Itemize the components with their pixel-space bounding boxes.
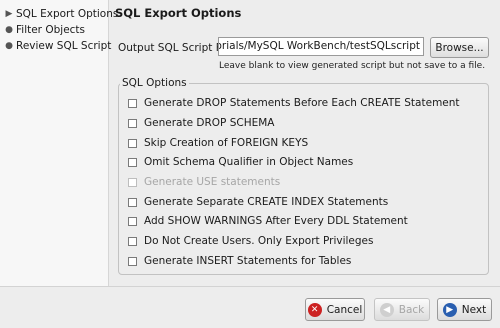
next-arrow-icon: ▶ [442,302,457,317]
option-label: Generate Separate CREATE INDEX Statement… [144,196,389,208]
step-review-sql-script[interactable]: ● Review SQL Script [4,39,111,53]
option-label: Do Not Create Users. Only Export Privile… [144,235,374,247]
back-arrow-icon: ◀ [379,302,394,317]
option-skip-foreign-keys[interactable]: Skip Creation of FOREIGN KEYS [128,137,308,149]
option-separate-create-index[interactable]: Generate Separate CREATE INDEX Statement… [128,196,388,208]
checkbox[interactable] [128,98,137,108]
checkbox[interactable] [128,118,137,128]
step-bullet-icon: ● [5,41,13,51]
wizard-steps-sidebar: ▶ SQL Export Options ● Filter Objects ● … [0,0,118,286]
step-sql-export-options[interactable]: ▶ SQL Export Options [4,7,119,21]
main-panel: SQL Export Options Output SQL Script Fil… [109,0,500,286]
cancel-label: Cancel [326,303,363,316]
next-button[interactable]: ▶ Next [437,298,492,321]
browse-button[interactable]: Browse... [430,37,489,58]
option-omit-schema-qualifier[interactable]: Omit Schema Qualifier in Object Names [128,156,353,168]
option-insert-statements[interactable]: Generate INSERT Statements for Tables [128,255,351,267]
page-title: SQL Export Options [115,6,242,20]
output-file-value: nents/tutorials/MySQL WorkBench/testSQLs… [219,40,420,52]
option-drop-schema[interactable]: Generate DROP SCHEMA [128,117,274,129]
wizard-footer: ✕ Cancel ◀ Back ▶ Next [0,286,500,328]
option-label: Omit Schema Qualifier in Object Names [144,156,354,168]
checkbox[interactable] [128,256,137,266]
output-file-hint: Leave blank to view generated script but… [219,61,486,71]
option-label: Generate DROP Statements Before Each CRE… [144,97,460,109]
step-label: SQL Export Options [16,8,119,20]
checkbox [128,177,137,187]
option-show-warnings[interactable]: Add SHOW WARNINGS After Every DDL Statem… [128,215,408,227]
output-file-input[interactable]: nents/tutorials/MySQL WorkBench/testSQLs… [218,37,424,56]
back-button[interactable]: ◀ Back [374,298,430,321]
checkbox[interactable] [128,157,137,167]
cancel-icon: ✕ [307,302,322,317]
step-label: Filter Objects [16,24,86,36]
checkbox[interactable] [128,216,137,226]
option-label: Skip Creation of FOREIGN KEYS [144,137,309,149]
checkbox[interactable] [128,138,137,148]
option-label: Generate DROP SCHEMA [144,117,275,129]
back-label: Back [398,303,425,316]
option-label: Generate INSERT Statements for Tables [144,255,352,267]
option-no-create-users[interactable]: Do Not Create Users. Only Export Privile… [128,235,373,247]
step-bullet-icon: ● [5,25,13,35]
next-label: Next [461,303,487,316]
option-label: Add SHOW WARNINGS After Every DDL Statem… [144,215,408,227]
step-filter-objects[interactable]: ● Filter Objects [4,23,85,37]
cancel-button[interactable]: ✕ Cancel [305,298,365,321]
current-step-arrow-icon: ▶ [5,9,13,19]
sql-options-title: SQL Options [120,77,189,89]
option-label: Generate USE statements [144,176,281,188]
checkbox[interactable] [128,197,137,207]
option-drop-statements[interactable]: Generate DROP Statements Before Each CRE… [128,97,460,109]
step-label: Review SQL Script [16,40,112,52]
checkbox[interactable] [128,236,137,246]
option-generate-use: Generate USE statements [128,176,280,188]
